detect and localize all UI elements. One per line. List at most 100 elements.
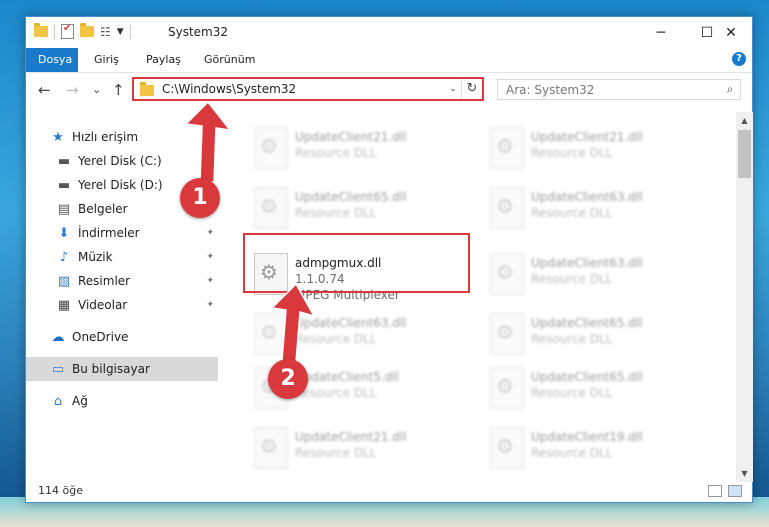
file-name: UpdateClient65.dll bbox=[295, 190, 407, 204]
dll-file-icon bbox=[490, 253, 524, 295]
tab-view[interactable]: Görünüm bbox=[192, 48, 267, 72]
toolbar-divider bbox=[129, 24, 131, 39]
scroll-up-icon[interactable]: ▲ bbox=[736, 112, 753, 129]
pin-icon[interactable]: ✦ bbox=[206, 228, 214, 238]
music-icon: ♪ bbox=[59, 249, 69, 265]
file-description: Resource DLL bbox=[531, 332, 613, 346]
file-tile[interactable]: UpdateClient65.dll Resource DLL bbox=[484, 308, 716, 366]
properties-icon[interactable] bbox=[61, 23, 74, 39]
back-button[interactable]: ← bbox=[38, 81, 51, 99]
sidebar-item-10[interactable]: ⌂ Ağ bbox=[26, 389, 218, 413]
step-badge-1: 1 bbox=[180, 178, 220, 218]
file-tile[interactable]: UpdateClient63.dll Resource DLL bbox=[248, 308, 480, 366]
file-tile[interactable]: UpdateClient63.dll Resource DLL bbox=[484, 182, 716, 240]
target-file-highlight bbox=[243, 233, 470, 293]
sidebar-item-label: Videolar bbox=[78, 298, 128, 312]
address-bar[interactable]: C:\Windows\System32 ⌄ ↻ bbox=[132, 77, 484, 101]
sidebar-item-9[interactable]: ▭ Bu bilgisayar bbox=[26, 357, 218, 381]
pictures-icon: ▧ bbox=[57, 273, 71, 289]
customize-view-icon[interactable]: ☷ bbox=[100, 25, 111, 39]
recent-locations-button[interactable]: ⌄ bbox=[92, 83, 101, 96]
sidebar-item-0[interactable]: ★ Hızlı erişim bbox=[26, 125, 218, 149]
sidebar-item-label: Resimler bbox=[78, 274, 131, 288]
file-name: UpdateClient63.dll bbox=[531, 190, 643, 204]
sidebar-item-7[interactable]: ▦ Videolar ✦ bbox=[26, 293, 218, 317]
file-tile[interactable]: UpdateClient21.dll Resource DLL bbox=[484, 122, 716, 180]
dll-file-icon bbox=[490, 187, 524, 229]
onedrive-icon: ☁ bbox=[51, 329, 65, 345]
sidebar-item-label: Bu bilgisayar bbox=[72, 362, 150, 376]
status-bar: 114 öğe bbox=[26, 480, 752, 502]
sidebar-item-6[interactable]: ▧ Resimler ✦ bbox=[26, 269, 218, 293]
dll-file-icon bbox=[490, 313, 524, 355]
sidebar-item-5[interactable]: ♪ Müzik ✦ bbox=[26, 245, 218, 269]
file-tile[interactable]: UpdateClient21.dll Resource DLL bbox=[248, 422, 480, 480]
search-box[interactable]: Ara: System32 ⌕ bbox=[497, 79, 741, 100]
navigation-bar: ← → ⌄ ↑ C:\Windows\System32 ⌄ ↻ Ara: Sys… bbox=[26, 75, 752, 105]
file-tile[interactable]: UpdateClient65.dll Resource DLL bbox=[484, 362, 716, 420]
quick-access-toolbar: ☷ ▼ bbox=[34, 23, 131, 39]
computer-icon: ▭ bbox=[51, 361, 65, 377]
step-badge-2: 2 bbox=[268, 359, 308, 399]
file-description: Resource DLL bbox=[295, 386, 377, 400]
forward-button[interactable]: → bbox=[66, 81, 79, 99]
chevron-down-icon[interactable]: ⌄ bbox=[445, 84, 461, 94]
file-description: Resource DLL bbox=[295, 206, 377, 220]
pin-icon[interactable]: ✦ bbox=[206, 276, 214, 286]
folder-icon bbox=[140, 82, 154, 96]
file-description: Resource DLL bbox=[531, 206, 613, 220]
dll-file-icon bbox=[490, 127, 524, 169]
title-bar: ☷ ▼ System32 ─ ☐ ✕ bbox=[26, 17, 752, 48]
help-icon[interactable]: ? bbox=[732, 52, 746, 66]
window-title: System32 bbox=[168, 25, 229, 39]
file-description: Resource DLL bbox=[295, 446, 377, 460]
sidebar-item-label: Yerel Disk (D:) bbox=[78, 178, 163, 192]
tab-file[interactable]: Dosya bbox=[26, 48, 78, 72]
navigation-pane: ★ Hızlı erişim ▬ Yerel Disk (C:) ▬ Yerel Disk… bbox=[26, 115, 218, 475]
details-view-icon[interactable] bbox=[708, 485, 722, 497]
pin-icon[interactable]: ✦ bbox=[206, 252, 214, 262]
search-input[interactable]: Ara: System32 bbox=[498, 83, 720, 97]
file-name: UpdateClient65.dll bbox=[531, 370, 643, 384]
file-tile[interactable]: UpdateClient21.dll Resource DLL bbox=[248, 122, 480, 180]
sidebar-item-8[interactable]: ☁ OneDrive bbox=[26, 325, 218, 349]
refresh-button[interactable]: ↻ bbox=[461, 79, 482, 99]
sidebar-item-label: Ağ bbox=[72, 394, 88, 408]
file-tile[interactable]: UpdateClient63.dll Resource DLL bbox=[484, 248, 716, 306]
downloads-icon: ⬇ bbox=[58, 225, 70, 241]
address-text[interactable]: C:\Windows\System32 bbox=[162, 82, 445, 96]
scrollbar-thumb[interactable] bbox=[738, 130, 751, 178]
qat-dropdown-icon[interactable]: ▼ bbox=[117, 27, 124, 37]
dll-file-icon bbox=[490, 367, 524, 409]
file-tile[interactable]: UpdateClient19.dll Resource DLL bbox=[484, 422, 716, 480]
vertical-scrollbar[interactable]: ▲ ▼ bbox=[736, 112, 753, 482]
sidebar-item-label: Belgeler bbox=[78, 202, 128, 216]
tab-share[interactable]: Paylaş bbox=[134, 48, 193, 72]
dll-file-icon bbox=[254, 313, 288, 355]
sidebar-item-1[interactable]: ▬ Yerel Disk (C:) bbox=[26, 149, 218, 173]
drive-icon: ▬ bbox=[57, 153, 71, 169]
search-icon[interactable]: ⌕ bbox=[720, 82, 740, 97]
file-name: UpdateClient63.dll bbox=[531, 256, 643, 270]
close-button[interactable]: ✕ bbox=[708, 17, 754, 48]
pin-icon[interactable]: ✦ bbox=[206, 300, 214, 310]
file-description: Resource DLL bbox=[531, 272, 613, 286]
file-description: Resource DLL bbox=[531, 386, 613, 400]
item-count: 114 öğe bbox=[38, 484, 83, 497]
file-tile[interactable]: UpdateClient65.dll Resource DLL bbox=[248, 182, 480, 240]
large-icons-view-icon[interactable] bbox=[728, 485, 742, 497]
file-description: Resource DLL bbox=[295, 146, 377, 160]
file-description: Resource DLL bbox=[531, 446, 613, 460]
minimize-button[interactable]: ─ bbox=[638, 17, 684, 48]
sidebar-item-4[interactable]: ⬇ İndirmeler ✦ bbox=[26, 221, 218, 245]
up-button[interactable]: ↑ bbox=[112, 81, 125, 99]
folder-icon[interactable] bbox=[34, 23, 48, 37]
network-icon: ⌂ bbox=[53, 393, 63, 409]
ribbon-tabs: Dosya Giriş Paylaş Görünüm ? bbox=[26, 48, 752, 73]
documents-icon: ▤ bbox=[57, 201, 71, 217]
dll-file-icon bbox=[490, 427, 524, 469]
new-folder-icon[interactable] bbox=[80, 23, 94, 37]
toolbar-divider bbox=[54, 24, 55, 39]
dll-file-icon bbox=[254, 427, 288, 469]
tab-home[interactable]: Giriş bbox=[82, 48, 131, 72]
